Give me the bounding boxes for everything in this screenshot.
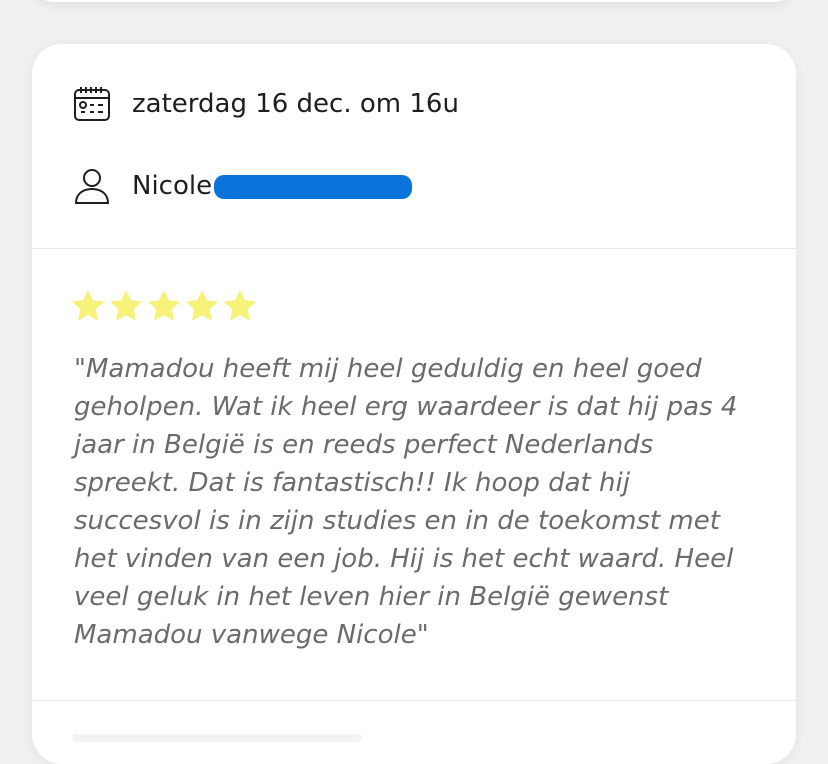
star-icon: [73, 291, 103, 320]
person-name-wrapper: Nicole: [132, 171, 412, 201]
calendar-icon: [72, 84, 112, 124]
person-name: Nicole: [132, 171, 213, 201]
star-icon: [187, 291, 217, 320]
next-section-placeholder: [72, 734, 362, 742]
user-icon: [72, 166, 112, 206]
star-icon: [149, 291, 179, 320]
appointment-date-row: zaterdag 16 dec. om 16u: [72, 84, 459, 124]
section-divider: [32, 248, 796, 249]
section-divider: [32, 700, 796, 701]
star-icon: [111, 291, 141, 320]
star-icon: [225, 291, 255, 320]
appointment-date: zaterdag 16 dec. om 16u: [132, 89, 459, 119]
redacted-surname: [214, 175, 412, 199]
previous-card-edge: [32, 0, 796, 2]
star-rating: [72, 290, 256, 322]
review-card: zaterdag 16 dec. om 16u Nicole "Mamadou …: [32, 44, 796, 764]
appointment-person-row: Nicole: [72, 166, 412, 206]
review-text: "Mamadou heeft mij heel geduldig en heel…: [74, 354, 738, 650]
